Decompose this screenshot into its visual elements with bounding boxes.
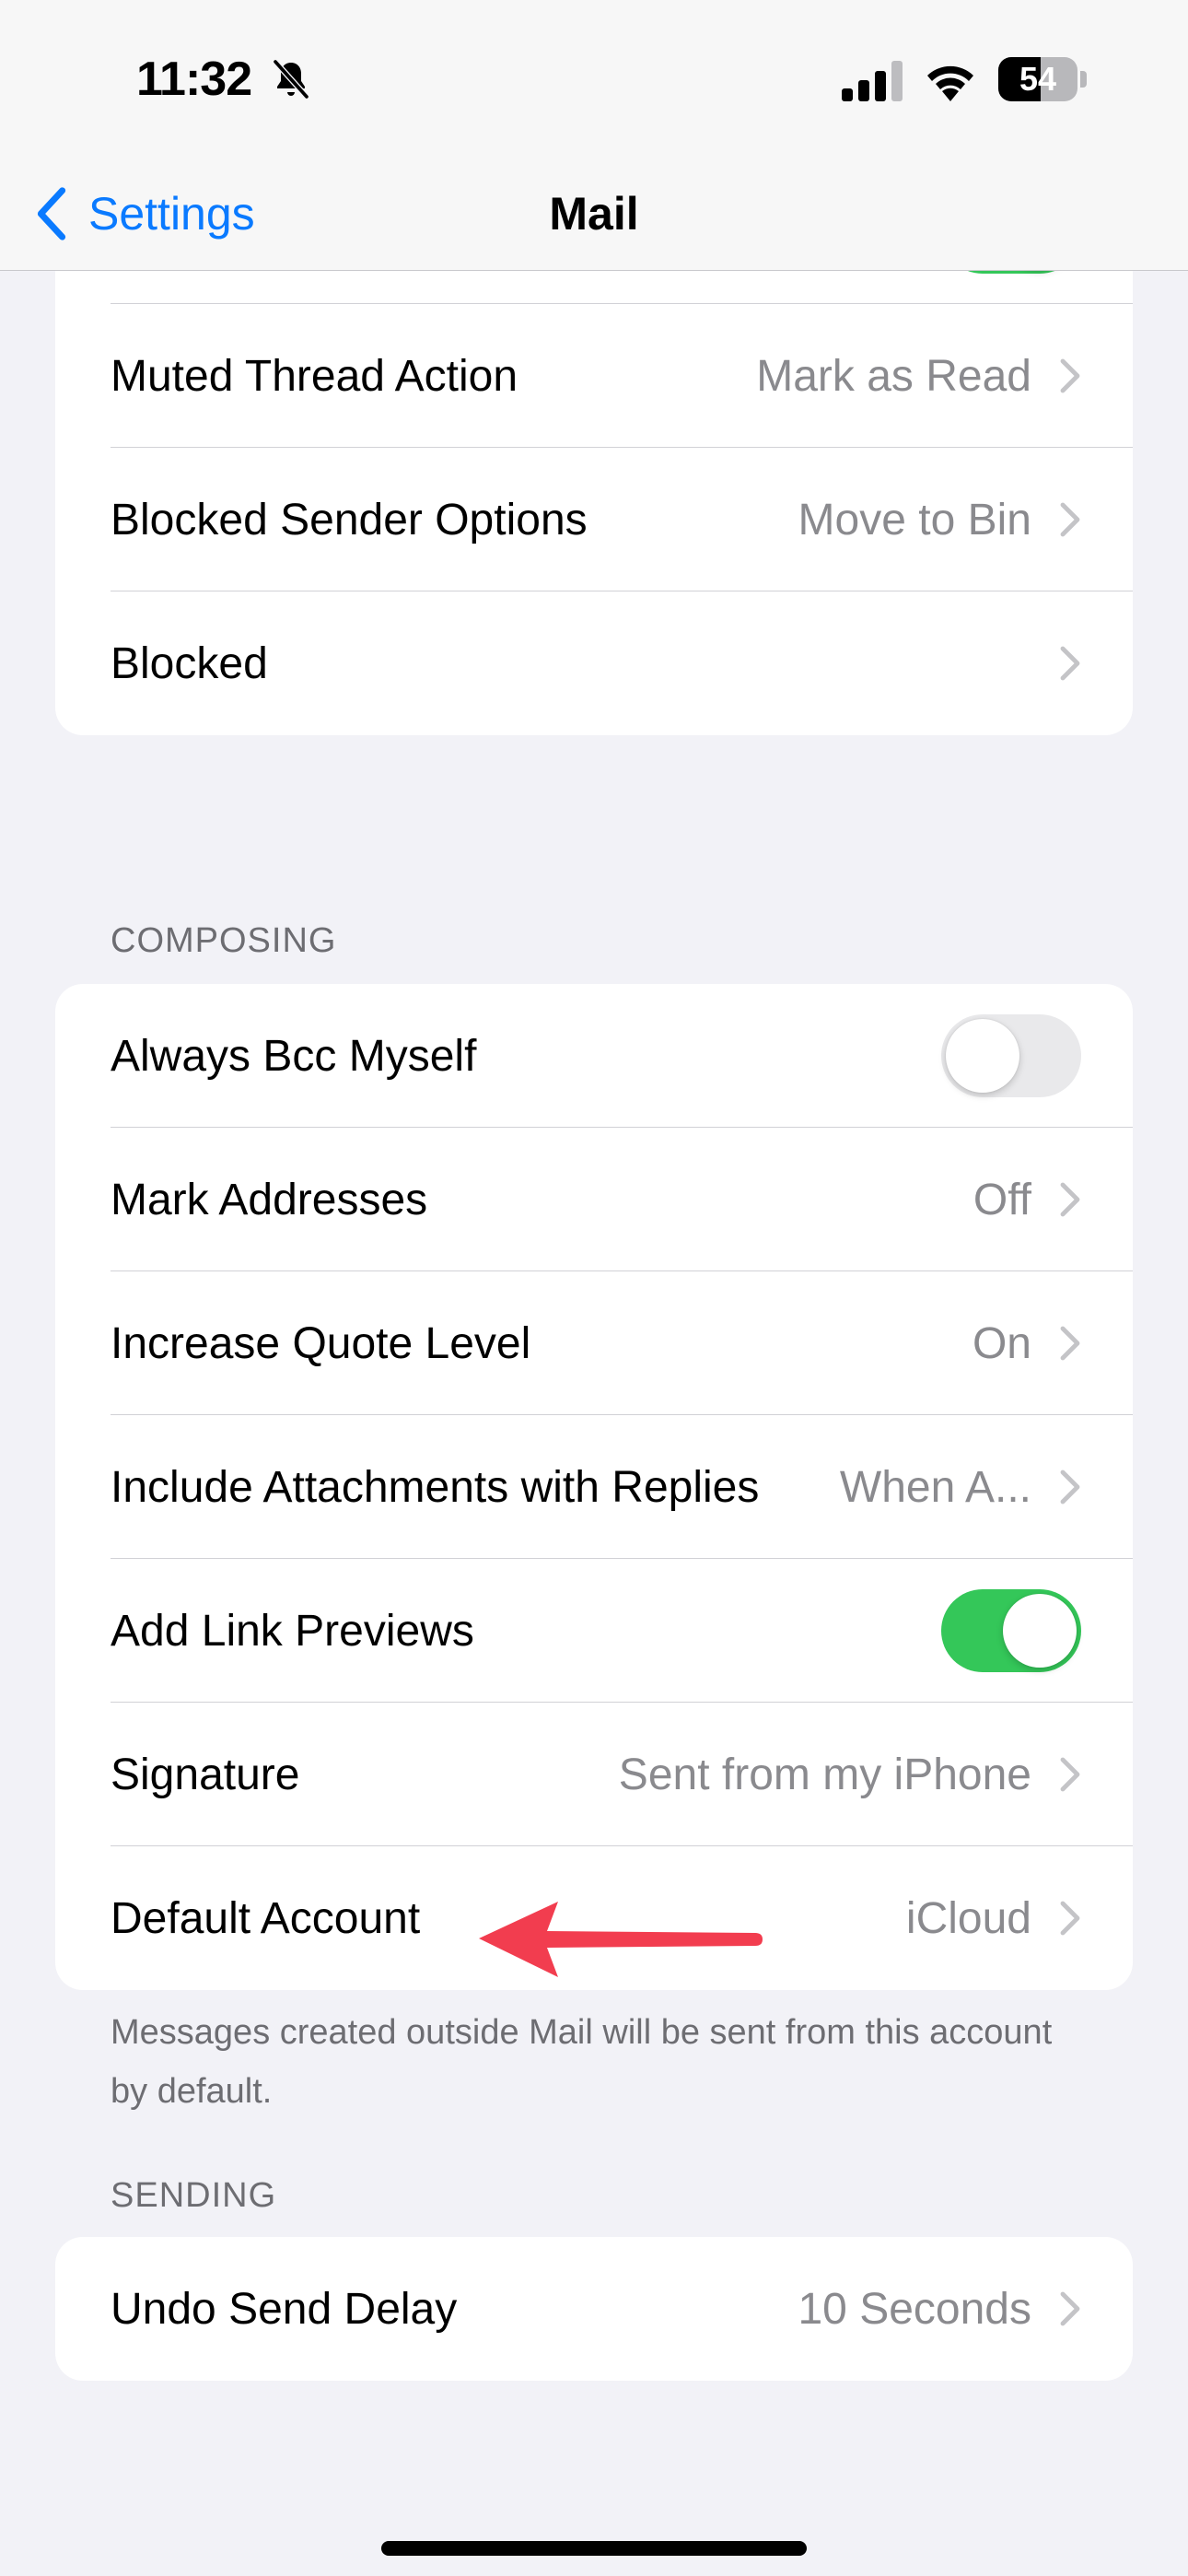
settings-row-blocked-sender-options[interactable]: Blocked Sender Options Move to Bin <box>55 448 1133 591</box>
row-value: Move to Bin <box>798 495 1031 544</box>
row-value: Off <box>973 1175 1031 1224</box>
settings-row-always-bcc-myself: Always Bcc Myself <box>55 984 1133 1128</box>
toggle-knob <box>946 1019 1019 1093</box>
row-value: Mark as Read <box>756 351 1031 401</box>
settings-row-increase-quote-level[interactable]: Increase Quote Level On <box>55 1271 1133 1415</box>
settings-row-undo-send-delay[interactable]: Undo Send Delay 10 Seconds <box>55 2237 1133 2381</box>
settings-row-include-attachments-with-replies[interactable]: Include Attachments with Replies When A..… <box>55 1415 1133 1559</box>
row-value: Sent from my iPhone <box>618 1750 1031 1799</box>
chevron-right-icon <box>1060 1182 1080 1217</box>
row-label: Default Account <box>111 1893 421 1943</box>
battery-icon: 54 <box>998 57 1087 101</box>
toggle-knob <box>1003 1594 1077 1668</box>
section-header-sending: SENDING <box>111 2176 277 2215</box>
row-label: Mark Addresses <box>111 1175 428 1224</box>
home-indicator[interactable] <box>381 2541 807 2556</box>
row-value: On <box>972 1318 1031 1368</box>
chevron-right-icon <box>1060 358 1080 393</box>
row-label: Undo Send Delay <box>111 2284 458 2334</box>
cellular-signal-icon <box>842 61 903 101</box>
chevron-right-icon <box>1060 1469 1080 1505</box>
composing-settings-group: Always Bcc Myself Mark Addresses Off Increa… <box>55 984 1133 1990</box>
settings-row-signature[interactable]: Signature Sent from my iPhone <box>55 1703 1133 1846</box>
status-time: 11:32 <box>136 53 252 106</box>
chevron-right-icon <box>1060 1326 1080 1361</box>
bell-slash-icon <box>273 59 309 100</box>
sending-settings-group: Undo Send Delay 10 Seconds <box>55 2237 1133 2381</box>
row-label: Always Bcc Myself <box>111 1031 477 1081</box>
row-label: Blocked <box>111 638 268 688</box>
chevron-right-icon <box>1060 2291 1080 2326</box>
row-label: Muted Thread Action <box>111 351 518 401</box>
chevron-right-icon <box>1060 646 1080 681</box>
row-value: 10 Seconds <box>798 2284 1031 2334</box>
row-label: Include Attachments with Replies <box>111 1462 760 1512</box>
chevron-right-icon <box>1060 1757 1080 1792</box>
default-account-footer: Messages created outside Mail will be se… <box>111 2013 1053 2111</box>
row-value: When A... <box>839 1462 1031 1512</box>
row-label: Increase Quote Level <box>111 1318 531 1368</box>
settings-row-muted-thread-action[interactable]: Muted Thread Action Mark as Read <box>55 304 1133 448</box>
battery-level: 54 <box>1019 60 1057 98</box>
page-title: Mail <box>549 188 639 240</box>
row-value: iCloud <box>905 1893 1031 1943</box>
navigation-bar: Settings Mail <box>0 157 1188 271</box>
row-label: Add Link Previews <box>111 1606 474 1656</box>
always-bcc-myself-toggle[interactable] <box>941 1014 1081 1097</box>
status-bar: 11:32 54 <box>0 0 1188 157</box>
section-header-composing: COMPOSING <box>111 921 337 960</box>
chevron-right-icon <box>1060 1901 1080 1936</box>
settings-row-blocked[interactable]: Blocked <box>55 591 1133 735</box>
row-label: Blocked Sender Options <box>111 495 588 544</box>
settings-row-mark-addresses[interactable]: Mark Addresses Off <box>55 1128 1133 1271</box>
row-label: Signature <box>111 1750 300 1799</box>
settings-row-add-link-previews: Add Link Previews <box>55 1559 1133 1703</box>
wifi-icon <box>927 65 973 101</box>
add-link-previews-toggle[interactable] <box>941 1589 1081 1672</box>
annotation-arrow-icon <box>479 1902 763 1977</box>
chevron-right-icon <box>1060 502 1080 537</box>
